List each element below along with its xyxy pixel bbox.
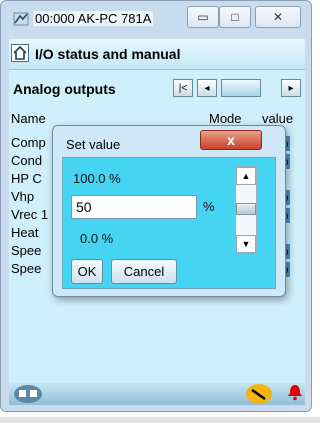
min-value-label: 0.0 % — [80, 231, 114, 246]
home-icon — [13, 45, 27, 60]
page-scroll-indicator[interactable] — [221, 79, 261, 97]
triangle-down-icon: ▼ — [241, 239, 251, 249]
maximize-button[interactable]: □ — [219, 6, 251, 28]
column-header-mode: Mode — [209, 111, 242, 126]
maximize-icon: □ — [231, 10, 239, 24]
row-name: Vrec 1 — [11, 207, 49, 222]
dialog-body: 100.0 % % 0.0 % ▲ ▼ OK Cancel — [62, 157, 276, 289]
next-page-icon: ▸ — [288, 82, 294, 94]
minimize-icon: ▭ — [197, 10, 209, 24]
max-value-label: 100.0 % — [73, 171, 121, 186]
value-input[interactable] — [71, 195, 197, 219]
scroll-down-button[interactable]: ▼ — [236, 235, 256, 253]
prev-page-icon: ◂ — [204, 82, 210, 94]
section-title: Analog outputs — [13, 81, 116, 97]
ok-button[interactable]: OK — [71, 259, 103, 284]
close-window-button[interactable]: ✕ — [255, 6, 301, 28]
row-name: Comp — [11, 135, 46, 150]
row-name: Heat — [11, 225, 39, 240]
set-value-dialog: Set value x 100.0 % % 0.0 % ▲ ▼ OK Cance… — [52, 125, 286, 297]
dialog-close-button[interactable]: x — [200, 130, 262, 150]
scroll-thumb[interactable] — [236, 203, 256, 215]
app-icon — [13, 12, 29, 26]
bell-icon[interactable] — [287, 383, 303, 401]
title-bar: 00:000 AK-PC 781A ▭ □ ✕ — [5, 3, 307, 33]
home-button[interactable] — [11, 44, 29, 62]
column-header-value: value — [262, 111, 294, 126]
tool-icon[interactable] — [245, 383, 273, 405]
page-title: I/O status and manual — [35, 46, 181, 62]
bottom-edge — [0, 417, 320, 423]
status-bar — [9, 383, 305, 405]
close-icon: x — [227, 132, 235, 148]
row-name: Vhp — [11, 189, 35, 204]
first-page-button[interactable]: |< — [173, 79, 193, 97]
triangle-up-icon: ▲ — [241, 171, 251, 181]
row-name: Spee — [11, 243, 42, 258]
row-name: Spee — [11, 261, 42, 276]
row-name: HP C — [11, 171, 42, 186]
column-header-name: Name — [11, 111, 46, 126]
prev-page-button[interactable]: ◂ — [197, 79, 217, 97]
cancel-button[interactable]: Cancel — [111, 259, 177, 284]
section-header: Analog outputs |< ◂ ▸ — [9, 75, 305, 101]
network-icon[interactable] — [13, 384, 43, 404]
scroll-up-button[interactable]: ▲ — [236, 167, 256, 185]
close-icon: ✕ — [272, 10, 284, 24]
row-name: Cond — [11, 153, 43, 168]
window-title: 00:000 AK-PC 781A — [33, 11, 154, 26]
value-scrollbar[interactable]: ▲ ▼ — [235, 166, 257, 254]
first-page-icon: |< — [178, 82, 188, 94]
next-page-button[interactable]: ▸ — [281, 79, 301, 97]
page-header: I/O status and manual — [9, 39, 305, 70]
unit-label: % — [203, 199, 215, 214]
minimize-button[interactable]: ▭ — [187, 6, 219, 28]
dialog-title: Set value — [66, 137, 121, 152]
